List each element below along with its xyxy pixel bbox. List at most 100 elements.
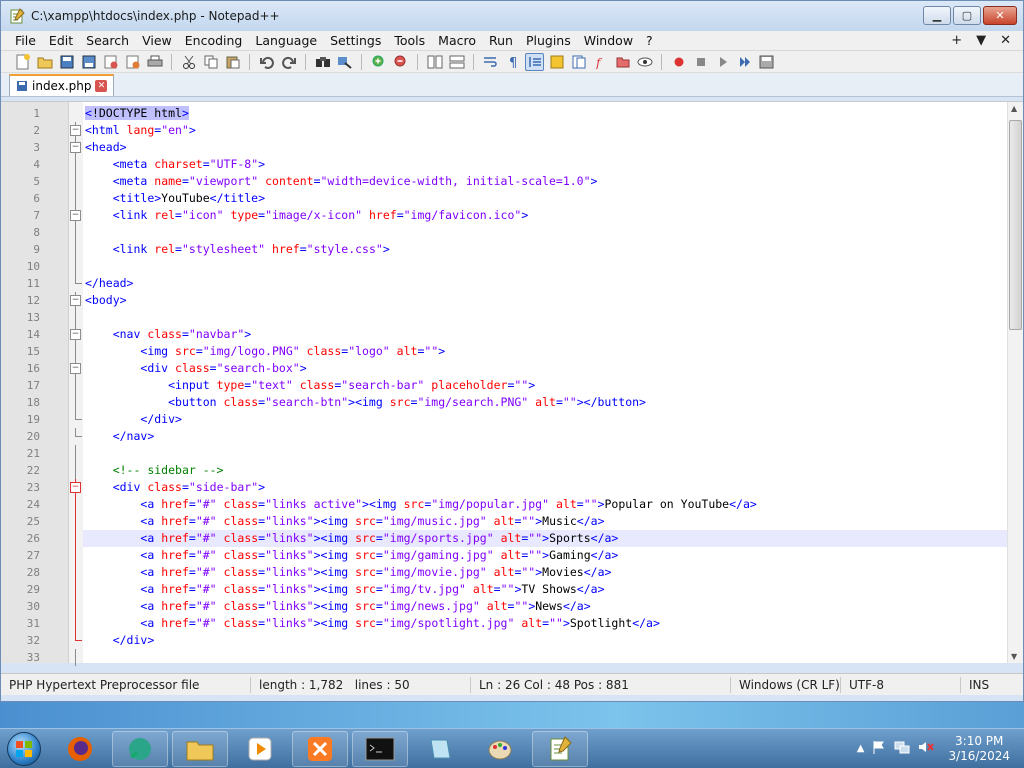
- code-line[interactable]: <title>YouTube</title>: [83, 190, 1007, 207]
- open-file-button[interactable]: [35, 53, 54, 71]
- close-button[interactable]: ✕: [983, 6, 1017, 25]
- notepad-taskbar-icon[interactable]: [412, 731, 468, 767]
- notepadpp-taskbar-icon[interactable]: [532, 730, 588, 767]
- scroll-up-icon[interactable]: ▲: [1011, 104, 1017, 113]
- play-macro-icon[interactable]: [713, 53, 732, 71]
- code-line[interactable]: <link rel="icon" type="image/x-icon" hre…: [83, 207, 1007, 224]
- xampp-taskbar-icon[interactable]: [292, 730, 348, 767]
- code-line[interactable]: <meta name="viewport" content="width=dev…: [83, 173, 1007, 190]
- doc-map-icon[interactable]: [569, 53, 588, 71]
- menu-search[interactable]: Search: [80, 33, 136, 48]
- tab-index-php[interactable]: index.php ✕: [9, 74, 115, 96]
- start-button[interactable]: [0, 729, 48, 768]
- code-line[interactable]: [83, 309, 1007, 326]
- close-file-button[interactable]: [101, 53, 120, 71]
- show-hidden-icons-icon[interactable]: ▲: [857, 743, 865, 754]
- menu-macro[interactable]: Macro: [432, 33, 483, 48]
- tab-list-button[interactable]: ▼: [976, 33, 986, 48]
- menu-window[interactable]: Window: [578, 33, 640, 48]
- scroll-down-icon[interactable]: ▼: [1011, 652, 1017, 661]
- code-line[interactable]: [83, 445, 1007, 462]
- fold-marker[interactable]: −: [69, 122, 83, 139]
- fold-marker[interactable]: −: [69, 326, 83, 343]
- media-player-taskbar-icon[interactable]: [232, 731, 288, 767]
- system-clock[interactable]: 3:10 PM 3/16/2024: [948, 734, 1010, 764]
- copy-icon[interactable]: [201, 53, 220, 71]
- record-macro-icon[interactable]: [669, 53, 688, 71]
- code-line[interactable]: <link rel="stylesheet" href="style.css">: [83, 241, 1007, 258]
- code-line[interactable]: <a href="#" class="links active"><img sr…: [83, 496, 1007, 513]
- code-editor[interactable]: 1 2 3 4 5 6 7 8 9 10 11 12 13 14 15 16 17 18 19 20 21 22 23 24 2…: [1, 101, 1023, 666]
- minimize-button[interactable]: ▁: [923, 6, 951, 25]
- code-line[interactable]: <head>: [83, 139, 1007, 156]
- action-center-flag-icon[interactable]: [872, 740, 886, 757]
- zoom-out-icon[interactable]: [391, 53, 410, 71]
- menu-run[interactable]: Run: [483, 33, 520, 48]
- code-line[interactable]: </div>: [83, 632, 1007, 649]
- paint-taskbar-icon[interactable]: [472, 731, 528, 767]
- tab-close-icon[interactable]: ✕: [95, 80, 108, 92]
- menu-help[interactable]: ?: [640, 33, 660, 48]
- sync-horizontal-icon[interactable]: [447, 53, 466, 71]
- code-line[interactable]: <input type="text" class="search-bar" pl…: [83, 377, 1007, 394]
- explorer-taskbar-icon[interactable]: [172, 730, 228, 767]
- title-bar[interactable]: C:\xampp\htdocs\index.php - Notepad++ ▁ …: [1, 1, 1023, 31]
- menu-language[interactable]: Language: [249, 33, 324, 48]
- menu-edit[interactable]: Edit: [43, 33, 80, 48]
- menu-file[interactable]: File: [9, 33, 43, 48]
- code-line[interactable]: <nav class="navbar">: [83, 326, 1007, 343]
- word-wrap-icon[interactable]: [481, 53, 500, 71]
- code-line[interactable]: [83, 649, 1007, 663]
- code-line[interactable]: <body>: [83, 292, 1007, 309]
- fold-marker[interactable]: −: [69, 292, 83, 309]
- redo-icon[interactable]: [279, 53, 298, 71]
- replace-icon[interactable]: [335, 53, 354, 71]
- code-line[interactable]: </nav>: [83, 428, 1007, 445]
- sync-vertical-icon[interactable]: [425, 53, 444, 71]
- fold-margin[interactable]: − − − − − − −: [69, 102, 83, 666]
- new-tab-button[interactable]: +: [951, 33, 962, 48]
- new-file-button[interactable]: [13, 53, 32, 71]
- udl-icon[interactable]: [547, 53, 566, 71]
- code-line[interactable]: <div class="side-bar">: [83, 479, 1007, 496]
- menu-encoding[interactable]: Encoding: [179, 33, 250, 48]
- code-text-area[interactable]: <!DOCTYPE html> <html lang="en"> <head> <m…: [83, 102, 1007, 663]
- code-line[interactable]: <!DOCTYPE html>: [83, 105, 1007, 122]
- show-all-chars-icon[interactable]: ¶: [503, 53, 522, 71]
- code-line[interactable]: <div class="search-box">: [83, 360, 1007, 377]
- save-macro-icon[interactable]: [757, 53, 776, 71]
- code-line[interactable]: <img src="img/logo.PNG" class="logo" alt…: [83, 343, 1007, 360]
- fold-marker[interactable]: −: [69, 479, 83, 496]
- vertical-scrollbar[interactable]: ▲ ▼: [1007, 102, 1023, 663]
- maximize-button[interactable]: ▢: [953, 6, 981, 25]
- find-icon[interactable]: [313, 53, 332, 71]
- code-line[interactable]: <a href="#" class="links"><img src="img/…: [83, 615, 1007, 632]
- undo-icon[interactable]: [257, 53, 276, 71]
- code-line[interactable]: <a href="#" class="links"><img src="img/…: [83, 547, 1007, 564]
- command-prompt-taskbar-icon[interactable]: [352, 730, 408, 767]
- folder-workspace-icon[interactable]: [613, 53, 632, 71]
- function-list-icon[interactable]: f: [591, 53, 610, 71]
- status-encoding[interactable]: UTF-8: [841, 676, 961, 693]
- indent-guide-icon[interactable]: [525, 52, 544, 71]
- network-icon[interactable]: [894, 740, 910, 757]
- firefox-taskbar-icon[interactable]: [52, 731, 108, 767]
- code-line[interactable]: <a href="#" class="links"><img src="img/…: [83, 530, 1007, 547]
- save-button[interactable]: [57, 53, 76, 71]
- close-all-button[interactable]: [123, 53, 142, 71]
- run-macro-multiple-icon[interactable]: [735, 53, 754, 71]
- code-line[interactable]: [83, 258, 1007, 275]
- chat-app-taskbar-icon[interactable]: [112, 730, 168, 767]
- status-mode[interactable]: INS: [961, 677, 997, 693]
- cut-icon[interactable]: [179, 53, 198, 71]
- code-line[interactable]: <!-- sidebar -->: [83, 462, 1007, 479]
- zoom-in-icon[interactable]: [369, 53, 388, 71]
- code-line[interactable]: <html lang="en">: [83, 122, 1007, 139]
- print-button[interactable]: [145, 53, 164, 71]
- code-line[interactable]: </div>: [83, 411, 1007, 428]
- code-line[interactable]: <a href="#" class="links"><img src="img/…: [83, 513, 1007, 530]
- fold-marker[interactable]: −: [69, 360, 83, 377]
- code-line[interactable]: </head>: [83, 275, 1007, 292]
- code-line[interactable]: <a href="#" class="links"><img src="img/…: [83, 581, 1007, 598]
- menu-plugins[interactable]: Plugins: [520, 33, 578, 48]
